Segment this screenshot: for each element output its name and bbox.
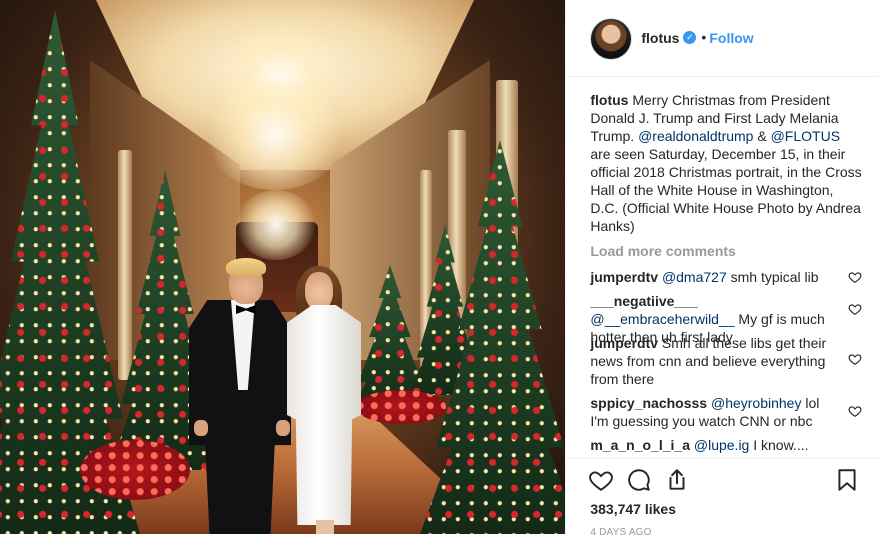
caption-username[interactable]: flotus [590, 92, 628, 108]
header-separator: • [701, 29, 707, 45]
ornament-pile [80, 440, 190, 500]
comment-icon[interactable] [626, 467, 652, 493]
post-photo[interactable] [0, 0, 566, 534]
comment-username[interactable]: sppicy_nachosss [590, 395, 707, 411]
comment-like-heart-icon[interactable] [848, 270, 862, 284]
comment-mention[interactable]: @lupe.ig [694, 437, 749, 453]
comment-like-heart-icon[interactable] [848, 404, 862, 418]
avatar[interactable] [590, 18, 633, 60]
caption: flotus Merry Christmas from President Do… [590, 91, 862, 235]
comment-like-heart-icon[interactable] [848, 302, 862, 316]
comment-mention[interactable]: @dma727 [662, 269, 727, 285]
comment-item: jumperdtv Smh all these libs get their n… [590, 334, 840, 388]
man-hand [276, 420, 290, 436]
christmas-tree [420, 140, 566, 534]
follow-button[interactable]: Follow [709, 30, 753, 46]
comment-item: m_a_n_o_l_i_a @lupe.ig I know.... [590, 436, 840, 454]
heart-icon[interactable] [588, 467, 614, 493]
caption-text: & [753, 128, 771, 144]
comment-username[interactable]: jumperdtv [590, 335, 658, 351]
caption-mention[interactable]: @realdonaldtrump [638, 128, 753, 144]
likes-count[interactable]: 383,747 likes [590, 501, 676, 517]
comment-mention[interactable]: @__embraceherwild__ [590, 311, 734, 327]
caption-mention[interactable]: @FLOTUS [771, 128, 840, 144]
comment-item: sppicy_nachosss @heyrobinhey lol I'm gue… [590, 394, 840, 430]
man-hand [194, 420, 208, 436]
verified-badge-icon: ✓ [683, 31, 697, 44]
comment-item: jumperdtv @dma727 smh typical lib [590, 268, 840, 286]
comment-like-heart-icon[interactable] [848, 352, 862, 366]
caption-text: are seen Saturday, December 15, in their… [590, 146, 862, 234]
comment-text: smh typical lib [726, 269, 819, 285]
comment-text: I know.... [749, 437, 809, 453]
comment-username[interactable]: ___negatiive___ [590, 293, 697, 309]
share-icon[interactable] [664, 467, 690, 493]
post-timestamp[interactable]: 4 DAYS AGO [590, 527, 651, 538]
man-hair [226, 258, 266, 276]
comment-username[interactable]: m_a_n_o_l_i_a [590, 437, 690, 453]
woman-face [305, 272, 333, 310]
ornament-pile [356, 390, 446, 424]
bookmark-icon[interactable] [834, 467, 860, 493]
header-username[interactable]: flotus [641, 30, 679, 46]
post-header: flotus ✓ • Follow [566, 0, 878, 77]
woman-dress [287, 305, 361, 525]
post-actions: 383,747 likes 4 DAYS AGO [566, 458, 878, 538]
comment-username[interactable]: jumperdtv [590, 269, 658, 285]
load-more-comments-button[interactable]: Load more comments [590, 243, 735, 259]
post-side-panel: flotus ✓ • Follow flotus Merry Christmas… [565, 0, 878, 538]
instagram-post: flotus ✓ • Follow flotus Merry Christmas… [0, 0, 878, 538]
comment-mention[interactable]: @heyrobinhey [711, 395, 802, 411]
woman-legs [316, 520, 334, 534]
